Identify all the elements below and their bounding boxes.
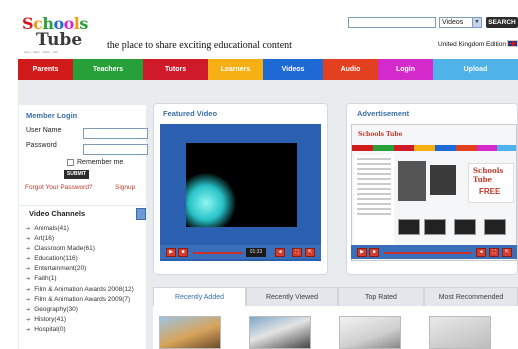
logo-small-text: seen · learn · share · edit [24, 50, 58, 54]
ad-free-text: FREE [479, 187, 501, 196]
nav-item-parents[interactable]: Parents [18, 59, 73, 80]
video-thumbnail[interactable] [429, 316, 491, 349]
bullet-icon: ➔ [26, 296, 31, 303]
video-thumbnail[interactable] [339, 316, 401, 349]
rss-icon[interactable] [136, 208, 146, 220]
stop-icon[interactable]: ■ [369, 248, 379, 257]
password-label: Password [26, 142, 57, 149]
search-scope-value: Videos [442, 19, 464, 26]
remember-me-label: Remember me [77, 159, 124, 166]
bullet-icon: ➔ [26, 256, 31, 263]
popout-icon[interactable]: ⇱ [502, 248, 512, 257]
username-label: User Name [26, 127, 62, 134]
remember-me-checkbox[interactable] [67, 159, 74, 166]
nav-item-teachers[interactable]: Teachers [73, 59, 143, 80]
channels-title: Video Channels [29, 209, 86, 218]
tab-recently-viewed[interactable]: Recently Viewed [246, 287, 338, 306]
fullscreen-icon[interactable]: ⛶ [292, 248, 302, 257]
fullscreen-icon[interactable]: ⛶ [489, 248, 499, 257]
search-button[interactable]: SEARCH [486, 17, 518, 28]
advertisement-video[interactable]: Schools Tube Schools Tube FREE [351, 124, 517, 261]
bullet-icon: ➔ [26, 226, 31, 232]
bullet-icon: ➔ [26, 306, 31, 313]
channel-item[interactable]: ➔ Entertainment(20) [26, 264, 134, 274]
bullet-icon: ➔ [26, 236, 31, 243]
password-field[interactable] [83, 144, 148, 155]
ad-mini-sidebar [354, 155, 394, 255]
channel-item[interactable]: ➔ Faith(1) [26, 274, 134, 284]
tab-top-rated[interactable]: Top Rated [338, 287, 424, 306]
popout-icon[interactable]: ⇱ [305, 248, 315, 257]
ad-mini-thumb [484, 219, 506, 235]
nav-item-videos[interactable]: Videos [263, 59, 323, 80]
submit-button[interactable]: SUBMIT [64, 170, 89, 179]
ad-free-logo: Schools Tube [473, 166, 504, 184]
seek-bar[interactable] [193, 252, 243, 254]
channel-item[interactable]: ➔ Education(116) [26, 254, 134, 264]
channel-item[interactable]: ➔ Classroom Made(61) [26, 244, 134, 254]
featured-title: Featured Video [163, 109, 218, 118]
advertisement-title: Advertisement [357, 109, 410, 118]
nav-item-tutors[interactable]: Tutors [143, 59, 208, 80]
ad-mini-video [398, 161, 426, 201]
volume-icon[interactable]: ◄ [476, 248, 486, 257]
tab-recently-added[interactable]: Recently Added [153, 287, 246, 306]
bullet-icon: ➔ [26, 316, 31, 323]
channel-item[interactable]: ➔ Animals(41) [26, 224, 134, 234]
bullet-icon: ➔ [26, 276, 31, 283]
nav-item-login[interactable]: Login [378, 59, 433, 80]
channel-item[interactable]: ➔ History(41) [26, 315, 134, 325]
ad-free-badge: Schools Tube FREE [468, 163, 514, 203]
search-scope-select[interactable]: Videos ▼ [439, 17, 482, 28]
video-controls: ▶ ■ 01:33 ◄ ⛶ ⇱ [160, 245, 321, 259]
site-tagline: the place to share exciting educational … [107, 40, 292, 51]
time-display: 01:33 [246, 248, 266, 257]
video-player[interactable] [160, 124, 321, 261]
video-thumbnail[interactable] [249, 316, 311, 349]
video-screen[interactable] [186, 143, 297, 227]
stop-icon[interactable]: ■ [178, 248, 188, 257]
seek-bar[interactable] [384, 252, 472, 254]
nav-item-learners[interactable]: Learners [208, 59, 263, 80]
ad-mini-thumb [454, 219, 476, 235]
search-input[interactable] [348, 17, 436, 28]
bullet-icon: ➔ [26, 286, 31, 293]
ad-mini-thumb [398, 219, 420, 235]
bullet-icon: ➔ [26, 326, 31, 333]
edition-label[interactable]: United Kingdom Edition [438, 41, 506, 48]
ad-mini-nav [352, 145, 516, 151]
schoolstube-logo[interactable]: Schools Tube seen · learn · share · edit [22, 14, 92, 54]
video-frame [186, 173, 236, 227]
tab-most-recommended[interactable]: Most Recommended [424, 287, 518, 306]
volume-icon[interactable]: ◄ [275, 248, 285, 257]
ad-video-controls: ▶ ■ ◄ ⛶ ⇱ [351, 245, 517, 259]
video-tabs: Recently Added Recently Viewed Top Rated… [153, 287, 518, 306]
channel-item[interactable]: ➔ Hospital(0) [26, 325, 134, 335]
video-thumbnail[interactable] [159, 316, 221, 349]
nav-item-audio[interactable]: Audio [323, 59, 378, 80]
chevron-down-icon: ▼ [472, 18, 481, 27]
bullet-icon: ➔ [26, 246, 31, 253]
bullet-icon: ➔ [26, 266, 31, 273]
signup-link[interactable]: Signup [115, 184, 135, 191]
main-nav: Parents Teachers Tutors Learners Videos … [18, 59, 518, 80]
username-field[interactable] [83, 128, 148, 139]
logo-line2: Tube [36, 30, 83, 50]
nav-item-upload[interactable]: Upload [433, 59, 518, 80]
channel-list: ➔ Animals(41) ➔ Art(16) ➔ Classroom Made(61… [26, 224, 134, 335]
ad-mini-logo: Schools Tube [358, 131, 403, 138]
ad-mini-video-2 [430, 165, 456, 195]
login-title: Member Login [26, 111, 78, 120]
forgot-password-link[interactable]: Forgot Your Password? [25, 184, 93, 191]
channel-item[interactable]: ➔ Art(16) [26, 234, 134, 244]
channel-item[interactable]: ➔ Geography(30) [26, 305, 134, 315]
play-icon[interactable]: ▶ [357, 248, 367, 257]
uk-flag-icon[interactable] [507, 40, 518, 47]
channel-item[interactable]: ➔ Film & Animation Awards 2008(12) [26, 285, 134, 295]
video-channels-panel: Video Channels ➔ Animals(41) ➔ Art(16) ➔ Cl… [19, 206, 146, 349]
play-icon[interactable]: ▶ [166, 248, 176, 257]
channel-item[interactable]: ➔ Film & Animation Awards 2009(7) [26, 295, 134, 305]
ad-mini-thumb [424, 219, 446, 235]
